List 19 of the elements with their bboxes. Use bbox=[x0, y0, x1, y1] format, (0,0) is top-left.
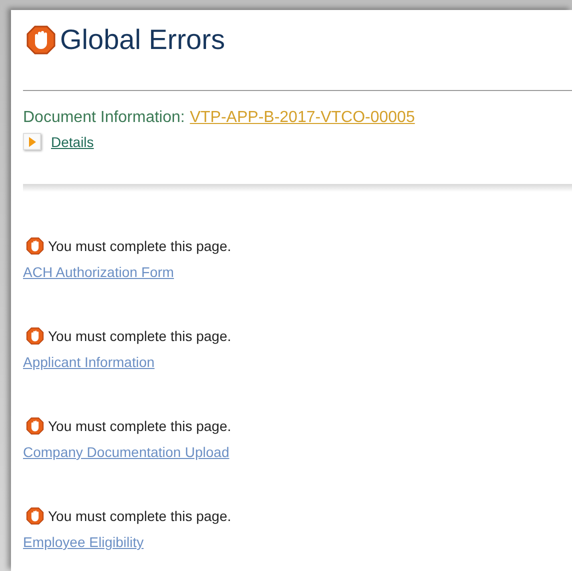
page-link[interactable]: Company Documentation Upload bbox=[23, 444, 572, 460]
stop-hand-icon bbox=[26, 25, 56, 55]
error-message: You must complete this page. bbox=[48, 418, 232, 434]
expand-toggle[interactable] bbox=[23, 133, 41, 150]
page-link[interactable]: Employee Eligibility bbox=[23, 534, 572, 550]
error-message: You must complete this page. bbox=[48, 328, 232, 344]
page-link[interactable]: Applicant Information bbox=[23, 354, 572, 370]
error-message: You must complete this page. bbox=[48, 238, 232, 254]
stop-hand-icon bbox=[26, 417, 44, 435]
page-link[interactable]: ACH Authorization Form bbox=[23, 264, 572, 280]
error-message: You must complete this page. bbox=[48, 508, 232, 524]
stop-hand-icon bbox=[26, 327, 44, 345]
details-link[interactable]: Details bbox=[51, 134, 94, 150]
stop-hand-icon bbox=[26, 507, 44, 525]
document-link[interactable]: VTP-APP-B-2017-VTCO-00005 bbox=[190, 109, 415, 127]
document-label: Document Information: bbox=[23, 109, 185, 127]
page-title: Global Errors bbox=[60, 24, 225, 56]
stop-hand-icon bbox=[26, 237, 44, 255]
caret-icon bbox=[28, 136, 36, 146]
